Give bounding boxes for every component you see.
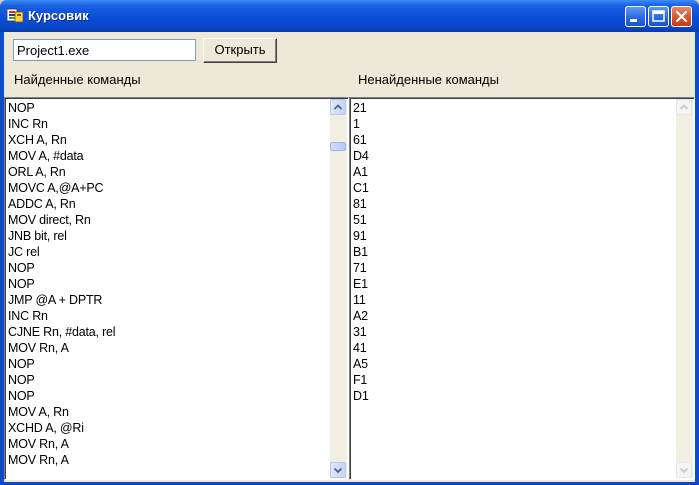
found-command-item[interactable]: MOV Rn, A xyxy=(8,436,115,452)
found-command-item[interactable]: NOP xyxy=(8,356,115,372)
not-found-command-item[interactable]: D4 xyxy=(353,148,369,164)
scroll-down-button[interactable] xyxy=(330,462,346,478)
found-commands-label: Найденные команды xyxy=(14,72,141,87)
not-found-command-item[interactable]: 21 xyxy=(353,100,369,116)
not-found-command-item[interactable]: B1 xyxy=(353,244,369,260)
not-found-command-item[interactable]: 31 xyxy=(353,324,369,340)
title-bar[interactable]: Курсовик xyxy=(0,0,699,32)
chevron-up-icon xyxy=(679,104,689,110)
main-window: Курсовик Project1.exe Открыть Найденные … xyxy=(0,0,699,485)
found-command-item[interactable]: MOV direct, Rn xyxy=(8,212,115,228)
not-found-command-item[interactable]: C1 xyxy=(353,180,369,196)
chevron-up-icon xyxy=(333,104,343,110)
found-command-item[interactable]: MOVC A,@A+PC xyxy=(8,180,115,196)
maximize-icon xyxy=(652,10,665,22)
not-found-command-item[interactable]: 91 xyxy=(353,228,369,244)
not-found-command-item[interactable]: F1 xyxy=(353,372,369,388)
found-command-item[interactable]: MOV Rn, A xyxy=(8,452,115,468)
close-button[interactable] xyxy=(671,6,692,27)
found-command-item[interactable]: JMP @A + DPTR xyxy=(8,292,115,308)
found-command-item[interactable]: XCH A, Rn xyxy=(8,132,115,148)
not-found-command-item[interactable]: 1 xyxy=(353,116,369,132)
scroll-up-button[interactable] xyxy=(330,99,346,115)
open-button[interactable]: Открыть xyxy=(203,38,277,63)
found-command-item[interactable]: NOP xyxy=(8,388,115,404)
minimize-icon xyxy=(630,19,637,22)
chevron-down-icon xyxy=(333,467,343,474)
not-found-command-item[interactable]: 61 xyxy=(353,132,369,148)
not-found-command-item[interactable]: 81 xyxy=(353,196,369,212)
found-command-item[interactable]: ORL A, Rn xyxy=(8,164,115,180)
found-commands-list[interactable]: NOP INC Rn XCH A, Rn MOV A, #data ORL A, Rn M… xyxy=(4,97,349,480)
window-title: Курсовик xyxy=(28,8,89,23)
found-command-item[interactable]: INC Rn xyxy=(8,308,115,324)
scroll-thumb[interactable] xyxy=(330,142,346,151)
not-found-command-item[interactable]: D1 xyxy=(353,388,369,404)
found-command-item[interactable]: ADDC A, Rn xyxy=(8,196,115,212)
not-found-command-item[interactable]: 41 xyxy=(353,340,369,356)
app-icon xyxy=(7,8,24,23)
not-found-commands-label: Ненайденные команды xyxy=(358,72,499,87)
found-command-item[interactable]: MOV A, Rn xyxy=(8,404,115,420)
not-found-command-item[interactable]: 71 xyxy=(353,260,369,276)
not-found-command-item[interactable]: A5 xyxy=(353,356,369,372)
found-command-item[interactable]: NOP xyxy=(8,276,115,292)
not-found-command-item[interactable]: A1 xyxy=(353,164,369,180)
found-command-item[interactable]: INC Rn xyxy=(8,116,115,132)
scroll-up-button-disabled xyxy=(676,99,692,115)
found-list-scrollbar[interactable] xyxy=(330,99,347,478)
maximize-button[interactable] xyxy=(648,6,669,27)
close-icon xyxy=(675,10,688,23)
found-command-item[interactable]: NOP xyxy=(8,100,115,116)
found-command-item[interactable]: MOV Rn, A xyxy=(8,340,115,356)
found-commands-items: NOP INC Rn XCH A, Rn MOV A, #data ORL A, Rn M… xyxy=(8,100,116,468)
found-command-item[interactable]: NOP xyxy=(8,260,115,276)
found-command-item[interactable]: JNB bit, rel xyxy=(8,228,115,244)
not-found-commands-list[interactable]: 21 1 61 D4 A1 C1 81 51 91 B1 71 E1 11 A2 31 41 A5 F1 D1 xyxy=(349,97,695,480)
scroll-down-button-disabled xyxy=(676,462,692,478)
found-command-item[interactable]: XCHD A, @Ri xyxy=(8,420,115,436)
not-found-command-item[interactable]: A2 xyxy=(353,308,369,324)
not-found-command-item[interactable]: E1 xyxy=(353,276,369,292)
found-command-item[interactable]: CJNE Rn, #data, rel xyxy=(8,324,116,340)
found-command-item[interactable]: MOV A, #data xyxy=(8,148,115,164)
found-command-item[interactable]: JC rel xyxy=(8,244,115,260)
not-found-commands-items: 21 1 61 D4 A1 C1 81 51 91 B1 71 E1 11 A2 31 41 A5 F1 D1 xyxy=(353,100,369,404)
not-found-command-item[interactable]: 11 xyxy=(353,292,369,308)
not-found-command-item[interactable]: 51 xyxy=(353,212,369,228)
filename-input[interactable]: Project1.exe xyxy=(13,39,196,61)
chevron-down-icon xyxy=(679,467,689,474)
found-command-item[interactable]: NOP xyxy=(8,372,115,388)
window-client-area: Project1.exe Открыть Найденные команды Н… xyxy=(4,32,695,482)
not-found-list-scrollbar[interactable] xyxy=(676,99,693,478)
minimize-button[interactable] xyxy=(625,6,646,27)
